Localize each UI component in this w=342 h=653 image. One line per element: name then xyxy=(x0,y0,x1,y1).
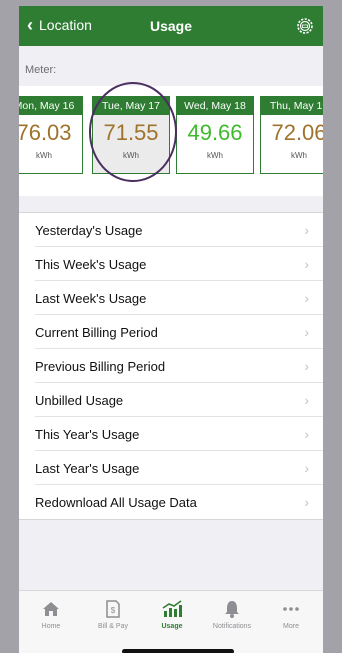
chevron-right-icon: › xyxy=(304,392,309,408)
tab-label: Usage xyxy=(161,623,183,630)
menu-item-label: Current Billing Period xyxy=(35,324,158,340)
menu-item-label: Last Year's Usage xyxy=(35,460,140,476)
chevron-right-icon: › xyxy=(304,290,309,306)
tab-more[interactable]: More xyxy=(261,597,321,630)
menu-item-previous-billing[interactable]: Previous Billing Period › xyxy=(19,349,323,383)
highlight-circle xyxy=(89,82,177,182)
chevron-right-icon: › xyxy=(304,324,309,340)
menu-item-this-year[interactable]: This Year's Usage › xyxy=(19,417,323,451)
navigation-bar: ‹ Location Usage xyxy=(19,6,323,46)
day-value: 49.66 xyxy=(187,120,243,145)
bell-icon xyxy=(202,597,262,621)
menu-item-label: Last Week's Usage xyxy=(35,290,147,306)
tab-label: More xyxy=(283,623,299,630)
tab-label: Home xyxy=(41,623,61,630)
menu-item-last-year[interactable]: Last Year's Usage › xyxy=(19,451,323,485)
menu-item-current-billing[interactable]: Current Billing Period › xyxy=(19,315,323,349)
day-value: 72.06 xyxy=(271,120,323,145)
chevron-right-icon: › xyxy=(304,222,309,238)
tab-notifications[interactable]: Notifications xyxy=(202,597,262,630)
tab-bar: Home $ Bill & Pay Usage Notifications Mo… xyxy=(19,590,323,653)
menu-item-label: This Year's Usage xyxy=(35,426,140,442)
meter-label: Meter: xyxy=(25,64,57,76)
usage-menu: Yesterday's Usage › This Week's Usage › … xyxy=(19,212,323,520)
usage-chart-icon xyxy=(142,597,202,621)
tab-usage[interactable]: Usage xyxy=(142,597,202,630)
day-card[interactable]: Thu, May 19 72.06 kWh xyxy=(260,96,323,174)
phone-screen: ‹ Location Usage Meter: Mon, May 16 76.0… xyxy=(19,6,323,653)
tab-home[interactable]: Home xyxy=(21,597,81,630)
menu-item-label: Previous Billing Period xyxy=(35,358,166,374)
menu-item-label: Unbilled Usage xyxy=(35,392,124,408)
chevron-right-icon: › xyxy=(304,494,309,510)
menu-item-this-week[interactable]: This Week's Usage › xyxy=(19,247,323,281)
chevron-right-icon: › xyxy=(304,358,309,374)
gear-icon[interactable] xyxy=(295,16,315,36)
svg-text:$: $ xyxy=(111,606,116,615)
chevron-right-icon: › xyxy=(304,256,309,272)
home-icon xyxy=(21,597,81,621)
day-date: Mon, May 16 xyxy=(19,97,82,115)
day-unit: kWh xyxy=(291,151,307,160)
day-date: Thu, May 19 xyxy=(261,97,323,115)
tab-bill-pay[interactable]: $ Bill & Pay xyxy=(83,597,143,630)
more-icon xyxy=(261,597,321,621)
day-card[interactable]: Wed, May 18 49.66 kWh xyxy=(176,96,254,174)
chevron-right-icon: › xyxy=(304,460,309,476)
day-unit: kWh xyxy=(207,151,223,160)
menu-item-label: Yesterday's Usage xyxy=(35,222,143,238)
tab-label: Bill & Pay xyxy=(98,623,128,630)
menu-item-yesterday[interactable]: Yesterday's Usage › xyxy=(19,213,323,247)
tab-label: Notifications xyxy=(212,623,252,630)
menu-item-last-week[interactable]: Last Week's Usage › xyxy=(19,281,323,315)
day-card[interactable]: Mon, May 16 76.03 kWh xyxy=(19,96,83,174)
bill-icon: $ xyxy=(83,597,143,621)
day-unit: kWh xyxy=(36,151,52,160)
menu-item-redownload[interactable]: Redownload All Usage Data › xyxy=(19,485,323,519)
home-indicator xyxy=(122,649,234,653)
day-value: 76.03 xyxy=(19,120,72,145)
day-date: Wed, May 18 xyxy=(177,97,253,115)
page-title: Usage xyxy=(149,18,193,34)
menu-item-label: This Week's Usage xyxy=(35,256,147,272)
menu-item-label: Redownload All Usage Data xyxy=(35,494,197,510)
chevron-right-icon: › xyxy=(304,426,309,442)
menu-item-unbilled[interactable]: Unbilled Usage › xyxy=(19,383,323,417)
